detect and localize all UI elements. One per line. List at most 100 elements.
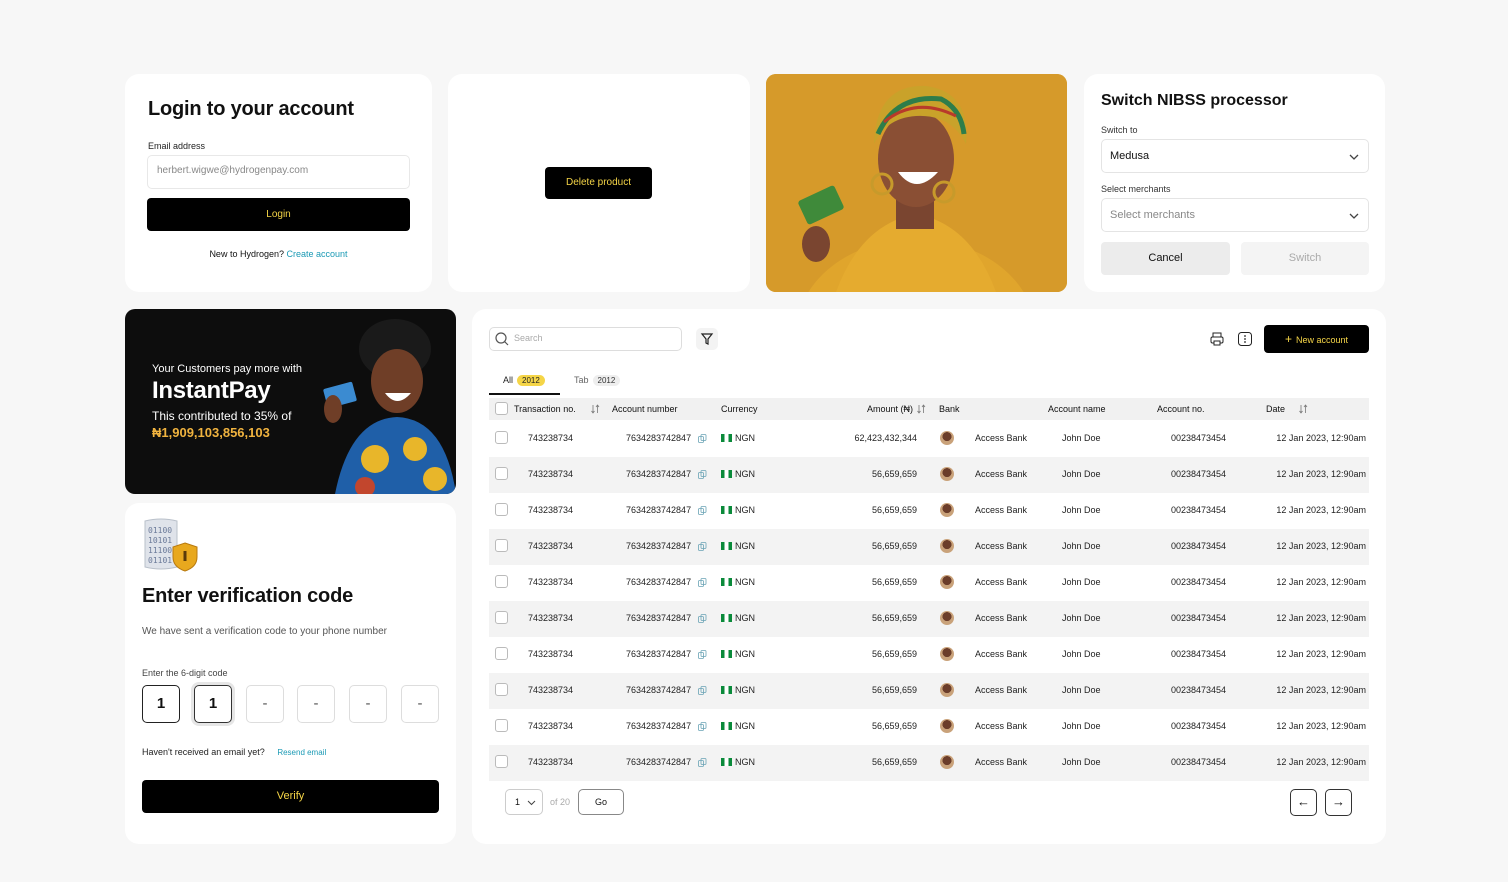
table-row[interactable]: 743238734 7634283742847 NGN 56,659,659 Acces…: [489, 601, 1369, 637]
woman-with-card-illustration: [323, 319, 456, 494]
switch-to-value: Medusa: [1110, 150, 1150, 162]
table-row[interactable]: 743238734 7634283742847 NGN 56,659,659 Acces…: [489, 745, 1369, 781]
more-options-icon[interactable]: [1237, 331, 1253, 347]
col-date[interactable]: Date: [1266, 404, 1285, 414]
sort-icon[interactable]: [917, 404, 926, 414]
merchants-label: Select merchants: [1101, 184, 1171, 194]
cell-transaction-no: 743238734: [528, 757, 574, 767]
cell-currency: NGN: [721, 649, 755, 659]
select-all-checkbox[interactable]: [495, 402, 508, 415]
table-row[interactable]: 743238734 7634283742847 NGN 56,659,659 Acces…: [489, 673, 1369, 709]
resend-email-link[interactable]: Resend email: [277, 748, 326, 757]
new-to-text: New to Hydrogen?: [209, 249, 284, 259]
currency-code: NGN: [735, 505, 755, 515]
code-digit-3[interactable]: -: [246, 685, 284, 723]
search-placeholder: Search: [514, 333, 543, 343]
row-checkbox[interactable]: [495, 755, 508, 768]
copy-icon[interactable]: [698, 506, 707, 515]
copy-icon[interactable]: [698, 434, 707, 443]
switch-button[interactable]: Switch: [1241, 242, 1369, 275]
copy-icon[interactable]: [698, 758, 707, 767]
code-digit-5[interactable]: -: [349, 685, 387, 723]
currency-code: NGN: [735, 685, 755, 695]
go-button[interactable]: Go: [578, 789, 624, 815]
tab-all[interactable]: All 2012: [503, 375, 545, 386]
svg-text:11100: 11100: [148, 546, 172, 555]
bank-avatar: [940, 647, 954, 661]
cell-account-no: 00238473454: [1171, 685, 1227, 695]
delete-product-button[interactable]: Delete product: [545, 167, 652, 199]
copy-icon[interactable]: [698, 470, 707, 479]
row-checkbox[interactable]: [495, 719, 508, 732]
email-field[interactable]: herbert.wigwe@hydrogenpay.com: [147, 155, 410, 189]
row-checkbox[interactable]: [495, 539, 508, 552]
row-checkbox[interactable]: [495, 683, 508, 696]
table-row[interactable]: 743238734 7634283742847 NGN 56,659,659 Acces…: [489, 493, 1369, 529]
search-input[interactable]: Search: [489, 327, 682, 351]
col-transaction-no[interactable]: Transaction no.: [514, 404, 576, 414]
tab-other-count: 2012: [592, 375, 621, 386]
row-checkbox[interactable]: [495, 647, 508, 660]
sort-icon[interactable]: [1299, 404, 1308, 414]
arrow-right-icon: →: [1332, 794, 1345, 809]
verify-button[interactable]: Verify: [142, 780, 439, 813]
row-checkbox[interactable]: [495, 503, 508, 516]
col-account-no[interactable]: Account no.: [1157, 404, 1205, 414]
cell-account-name: John Doe: [1062, 685, 1101, 695]
table-row[interactable]: 743238734 7634283742847 NGN 56,659,659 Acces…: [489, 637, 1369, 673]
code-digit-6[interactable]: -: [401, 685, 439, 723]
copy-icon[interactable]: [698, 650, 707, 659]
row-checkbox[interactable]: [495, 575, 508, 588]
not-received-text: Haven't received an email yet?: [142, 747, 265, 757]
row-checkbox[interactable]: [495, 611, 508, 624]
col-account-name[interactable]: Account name: [1048, 404, 1106, 414]
merchants-placeholder: Select merchants: [1110, 209, 1195, 221]
login-button[interactable]: Login: [147, 198, 410, 231]
currency-code: NGN: [735, 757, 755, 767]
row-checkbox[interactable]: [495, 431, 508, 444]
switch-to-select[interactable]: Medusa: [1101, 139, 1369, 173]
cancel-button[interactable]: Cancel: [1101, 242, 1230, 275]
table-row[interactable]: 743238734 7634283742847 NGN 56,659,659 Acces…: [489, 529, 1369, 565]
nigeria-flag-icon: [721, 506, 732, 514]
cell-currency: NGN: [721, 433, 755, 443]
row-checkbox[interactable]: [495, 467, 508, 480]
verification-card: 01100 10101 11100 01101 Enter verificati…: [125, 503, 456, 844]
table-row[interactable]: 743238734 7634283742847 NGN 56,659,659 Acces…: [489, 457, 1369, 493]
cell-transaction-no: 743238734: [528, 469, 574, 479]
merchants-select[interactable]: Select merchants: [1101, 198, 1369, 232]
sort-icon[interactable]: [591, 404, 600, 414]
bank-avatar: [940, 719, 954, 733]
table-row[interactable]: 743238734 7634283742847 NGN 56,659,659 Acces…: [489, 565, 1369, 601]
copy-icon[interactable]: [698, 614, 707, 623]
copy-icon[interactable]: [698, 542, 707, 551]
code-digit-4[interactable]: -: [297, 685, 335, 723]
filter-button[interactable]: [696, 328, 718, 350]
tab-other[interactable]: Tab 2012: [574, 375, 621, 386]
copy-icon[interactable]: [698, 686, 707, 695]
cell-currency: NGN: [721, 469, 755, 479]
print-icon[interactable]: [1209, 331, 1225, 347]
copy-icon[interactable]: [698, 578, 707, 587]
cell-currency: NGN: [721, 577, 755, 587]
col-bank[interactable]: Bank: [939, 404, 960, 414]
prev-page-button[interactable]: ←: [1290, 789, 1317, 816]
code-digit-2[interactable]: 1: [194, 685, 232, 723]
code-digit-1[interactable]: 1: [142, 685, 180, 723]
copy-icon[interactable]: [698, 722, 707, 731]
table-row[interactable]: 743238734 7634283742847 NGN 62,423,432,344 A…: [489, 421, 1369, 457]
col-amount[interactable]: Amount (₦): [867, 404, 913, 414]
create-account-link[interactable]: Create account: [287, 249, 348, 259]
col-account-number[interactable]: Account number: [612, 404, 678, 414]
page-select[interactable]: 1: [505, 789, 543, 815]
tab-all-label: All: [503, 375, 514, 385]
col-currency[interactable]: Currency: [721, 404, 758, 414]
cell-account-number: 7634283742847: [626, 685, 692, 695]
login-title: Login to your account: [148, 98, 354, 120]
cell-date: 12 Jan 2023, 12:90am: [1276, 505, 1366, 515]
table-row[interactable]: 743238734 7634283742847 NGN 56,659,659 Acces…: [489, 709, 1369, 745]
next-page-button[interactable]: →: [1325, 789, 1352, 816]
cell-bank: Access Bank: [975, 685, 1028, 695]
switch-to-label: Switch to: [1101, 125, 1138, 135]
new-account-button[interactable]: + New account: [1264, 325, 1369, 353]
